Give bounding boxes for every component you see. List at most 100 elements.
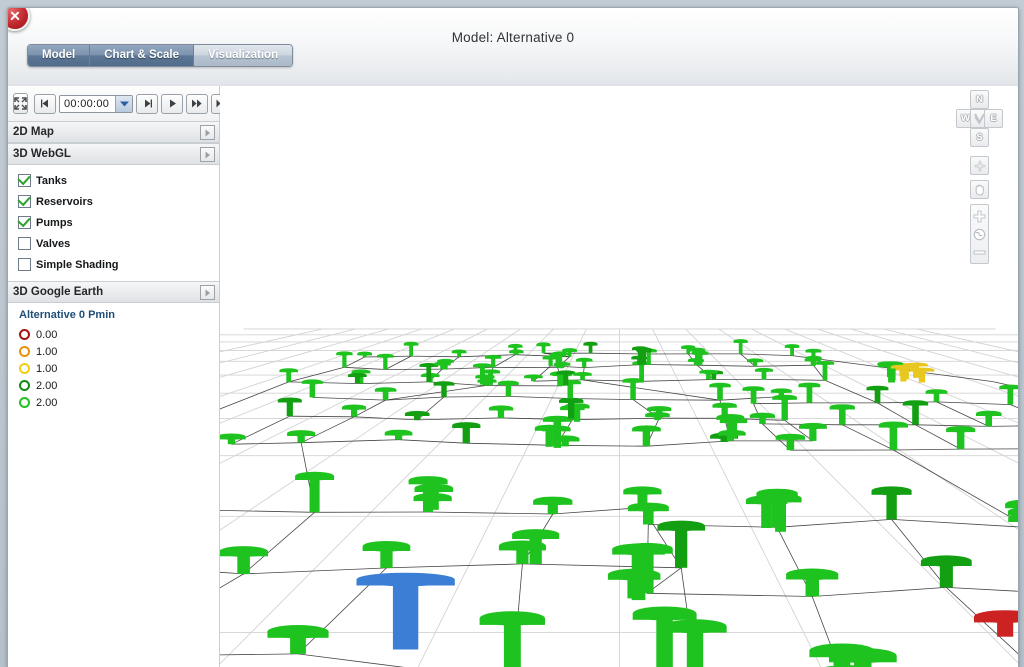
network-node: [663, 619, 727, 667]
navigation-tools: [970, 156, 989, 264]
time-controls: 00:00:00: [34, 93, 234, 114]
legend-item: 2.00: [19, 394, 219, 411]
network-node: [220, 546, 268, 574]
network-node: [786, 568, 839, 597]
network-node: [301, 379, 323, 398]
network-node: [775, 433, 805, 451]
network-node: [434, 361, 451, 370]
network-node: [772, 394, 797, 421]
network-node: [347, 373, 367, 384]
network-node: [287, 430, 316, 443]
page-title: Model: Alternative 0: [451, 30, 575, 45]
network-3d-scene[interactable]: [220, 86, 1018, 667]
network-node: [342, 404, 367, 417]
chevron-right-icon[interactable]: [200, 125, 215, 140]
network-node: [657, 520, 706, 568]
network-node: [920, 555, 972, 588]
checkbox-row-valves[interactable]: Valves: [18, 233, 219, 254]
network-node: [524, 374, 543, 382]
legend-value: 0.00: [36, 328, 58, 341]
chevron-down-icon[interactable]: [115, 95, 133, 112]
panel-header-3d-google-earth[interactable]: 3D Google Earth: [8, 281, 219, 303]
network-node: [277, 397, 302, 417]
checkbox-row-tanks[interactable]: Tanks: [18, 170, 219, 191]
step-back-icon[interactable]: [34, 93, 56, 114]
checkbox-reservoirs[interactable]: [18, 195, 31, 208]
network-node: [742, 386, 765, 404]
checkbox-row-pumps[interactable]: Pumps: [18, 212, 219, 233]
legend: Alternative 0 Pmin 0.00 1.00 1.00 2.00 2…: [8, 303, 219, 417]
checkbox-row-simple-shading[interactable]: Simple Shading: [18, 254, 219, 275]
network-node: [509, 349, 524, 355]
legend-color-swatch: [19, 397, 30, 408]
pipe-network: [220, 352, 1018, 667]
hand-icon[interactable]: [970, 180, 989, 199]
checkbox-pumps[interactable]: [18, 216, 31, 229]
sidebar: 00:00:00 2D Map 3D WebGL Tanks Reservoir…: [8, 86, 234, 667]
compass-north-button[interactable]: N: [970, 90, 989, 109]
fullscreen-icon[interactable]: [13, 93, 28, 114]
panel-header-2d-map[interactable]: 2D Map: [8, 121, 219, 143]
application-window: Model: Alternative 0 Model Chart & Scale…: [7, 7, 1019, 667]
panel-title-2d-map: 2D Map: [13, 126, 54, 138]
network-node: [384, 429, 413, 440]
tab-model[interactable]: Model: [28, 45, 91, 66]
network-node: [815, 360, 835, 381]
legend-item: 1.00: [19, 343, 219, 360]
globe-icon[interactable]: [971, 225, 988, 243]
legend-value: 1.00: [36, 362, 58, 375]
zoom-in-icon[interactable]: [971, 207, 988, 225]
legend-color-swatch: [19, 329, 30, 340]
network-node: [871, 486, 912, 520]
tab-visualization[interactable]: Visualization: [194, 45, 293, 66]
network-node: [419, 363, 439, 382]
fast-forward-icon[interactable]: [186, 93, 209, 114]
legend-color-swatch: [19, 346, 30, 357]
network-node: [878, 421, 909, 450]
checkbox-row-reservoirs[interactable]: Reservoirs: [18, 191, 219, 212]
network-node: [902, 400, 929, 425]
panel-body-3d-webgl: Tanks Reservoirs Pumps Valves Simple Sha…: [8, 165, 219, 281]
network-node: [733, 339, 748, 354]
checkbox-tanks[interactable]: [18, 174, 31, 187]
network-node: [946, 426, 976, 450]
checkbox-simple-shading[interactable]: [18, 258, 31, 271]
network-node: [452, 422, 481, 444]
close-icon[interactable]: [8, 8, 30, 31]
compass-south-button[interactable]: S: [970, 128, 989, 147]
step-forward-icon[interactable]: [136, 93, 159, 114]
network-node: [536, 342, 551, 354]
webgl-viewport[interactable]: N W E S: [220, 86, 1018, 667]
network-node: [413, 493, 452, 508]
pan-icon[interactable]: [970, 156, 989, 175]
tab-chart-and-scale[interactable]: Chart & Scale: [90, 45, 195, 66]
network-node: [784, 344, 800, 356]
network-node: [583, 341, 598, 354]
network-node: [747, 358, 764, 367]
network-node: [829, 404, 855, 425]
network-node: [925, 389, 948, 402]
network-node: [866, 385, 889, 403]
chevron-right-icon[interactable]: [200, 147, 215, 162]
zoom-out-icon[interactable]: [971, 243, 988, 261]
chevron-right-icon[interactable]: [200, 285, 215, 300]
network-node: [267, 625, 329, 654]
zoom-controls: [970, 204, 989, 264]
time-select[interactable]: 00:00:00: [59, 94, 134, 113]
checkbox-valves[interactable]: [18, 237, 31, 250]
checkbox-label-valves: Valves: [36, 237, 71, 250]
main-tabbar: Model Chart & Scale Visualization: [27, 44, 294, 67]
main-content: 00:00:00 2D Map 3D WebGL Tanks Reservoir…: [8, 86, 1018, 667]
play-icon[interactable]: [161, 93, 184, 114]
window-header: Model: Alternative 0 Model Chart & Scale…: [8, 8, 1018, 87]
panel-title-3d-google-earth: 3D Google Earth: [13, 286, 104, 298]
app-root: Model: Alternative 0 Model Chart & Scale…: [0, 0, 1024, 667]
compass-east-button[interactable]: E: [984, 109, 1003, 128]
network-node: [576, 357, 593, 368]
network-node: [632, 425, 661, 447]
network-node: [497, 380, 519, 397]
network-node: [220, 433, 246, 445]
network-node: [622, 378, 644, 400]
panel-header-3d-webgl[interactable]: 3D WebGL: [8, 143, 219, 165]
network-node: [357, 351, 373, 358]
